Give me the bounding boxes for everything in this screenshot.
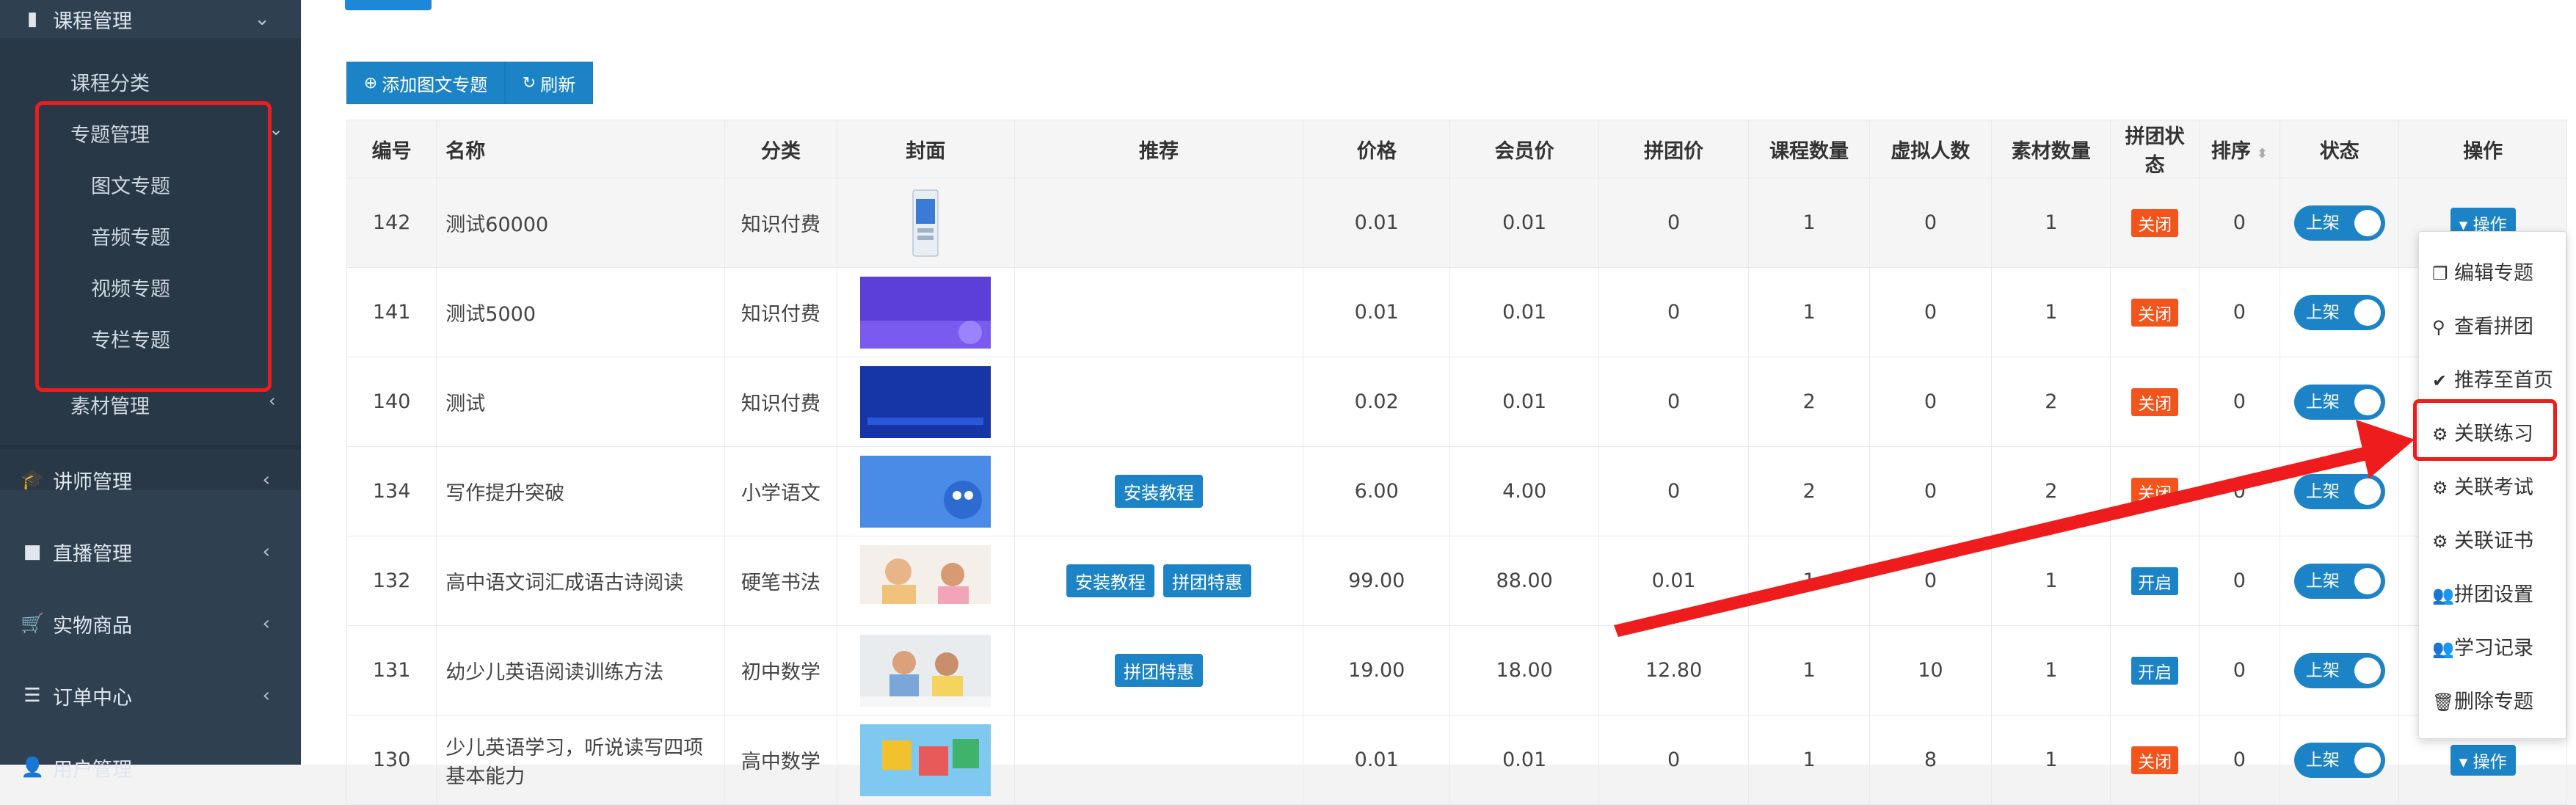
menu-teacher-mgmt[interactable]: 🎓 讲师管理 ‹	[0, 445, 301, 515]
trash-icon: 🗑	[2432, 692, 2455, 713]
annotation-box-topic-menu	[35, 101, 272, 392]
chevron-left-icon: ‹	[262, 613, 270, 635]
arrow-head	[2356, 420, 2415, 478]
user-icon: 👤	[21, 757, 45, 779]
dd-recommend-home[interactable]: ✔ 推荐至首页	[2432, 364, 2553, 393]
chevron-left-icon: ‹	[269, 390, 276, 411]
group-view-icon: ⚲	[2432, 317, 2445, 338]
menu-material-mgmt[interactable]: 素材管理 ‹	[70, 390, 276, 419]
dd-link-exam[interactable]: ⚙ 关联考试	[2432, 471, 2533, 500]
dd-link-certificate[interactable]: ⚙ 关联证书	[2432, 525, 2533, 553]
book-icon: ▮	[26, 8, 38, 30]
graduation-cap-icon: 🎓	[21, 469, 45, 491]
list-icon: ☰	[23, 685, 41, 707]
chevron-left-icon: ‹	[262, 469, 270, 491]
dd-study-record[interactable]: 👥学习记录	[2432, 632, 2533, 660]
chevron-left-icon: ‹	[262, 685, 270, 707]
sidebar: ▮ 课程管理 ⌄ 课程分类 专题管理 ⌄ 图文专题 音频专题 视频专题 专栏专题…	[0, 0, 301, 782]
users-icon: 👥	[2432, 638, 2454, 659]
dd-group-settings[interactable]: 👥拼团设置	[2432, 578, 2533, 607]
dd-edit-topic[interactable]: ❐ 编辑专题	[2432, 257, 2533, 285]
main-content: ⊕ 添加图文专题 ↻ 刷新 编号 名称 分类 封面 推荐 价格 会员价 拼团价 …	[301, 0, 2576, 805]
cart-icon: 🛒	[21, 613, 45, 635]
chevron-left-icon: ‹	[262, 541, 270, 563]
menu-order-center[interactable]: ☰ 订单中心 ‹	[0, 660, 301, 731]
menu-course-mgmt[interactable]: ▮ 课程管理 ⌄	[0, 0, 301, 54]
dd-view-group[interactable]: ⚲ 查看拼团	[2432, 310, 2533, 339]
operation-dropdown: ❐ 编辑专题 ⚲ 查看拼团 ✔ 推荐至首页 ⚙ 关联练习 ⚙ 关联考试 ⚙ 关联证书 👥拼团…	[2418, 231, 2566, 739]
menu-physical-goods[interactable]: 🛒 实物商品 ‹	[0, 589, 301, 659]
gear-icon: ⚙	[2432, 531, 2448, 552]
menu-live-mgmt[interactable]: ■ 直播管理 ‹	[0, 517, 301, 587]
gear-icon: ⚙	[2432, 478, 2448, 498]
annotation-box-link-practice	[2413, 399, 2557, 461]
video-camera-icon: ■	[23, 541, 42, 563]
annotation-arrow	[1614, 420, 2415, 637]
users-icon: 👥	[2432, 585, 2454, 605]
arrow-shaft	[1614, 443, 2383, 637]
menu-course-category[interactable]: 课程分类	[70, 68, 150, 96]
check-circle-icon: ✔	[2432, 371, 2448, 391]
chevron-down-icon: ⌄	[254, 8, 270, 30]
menu-user-mgmt[interactable]: 👤 用户管理	[0, 732, 301, 803]
edit-icon: ❐	[2432, 263, 2448, 284]
dd-delete-topic[interactable]: 🗑删除专题	[2432, 685, 2533, 714]
